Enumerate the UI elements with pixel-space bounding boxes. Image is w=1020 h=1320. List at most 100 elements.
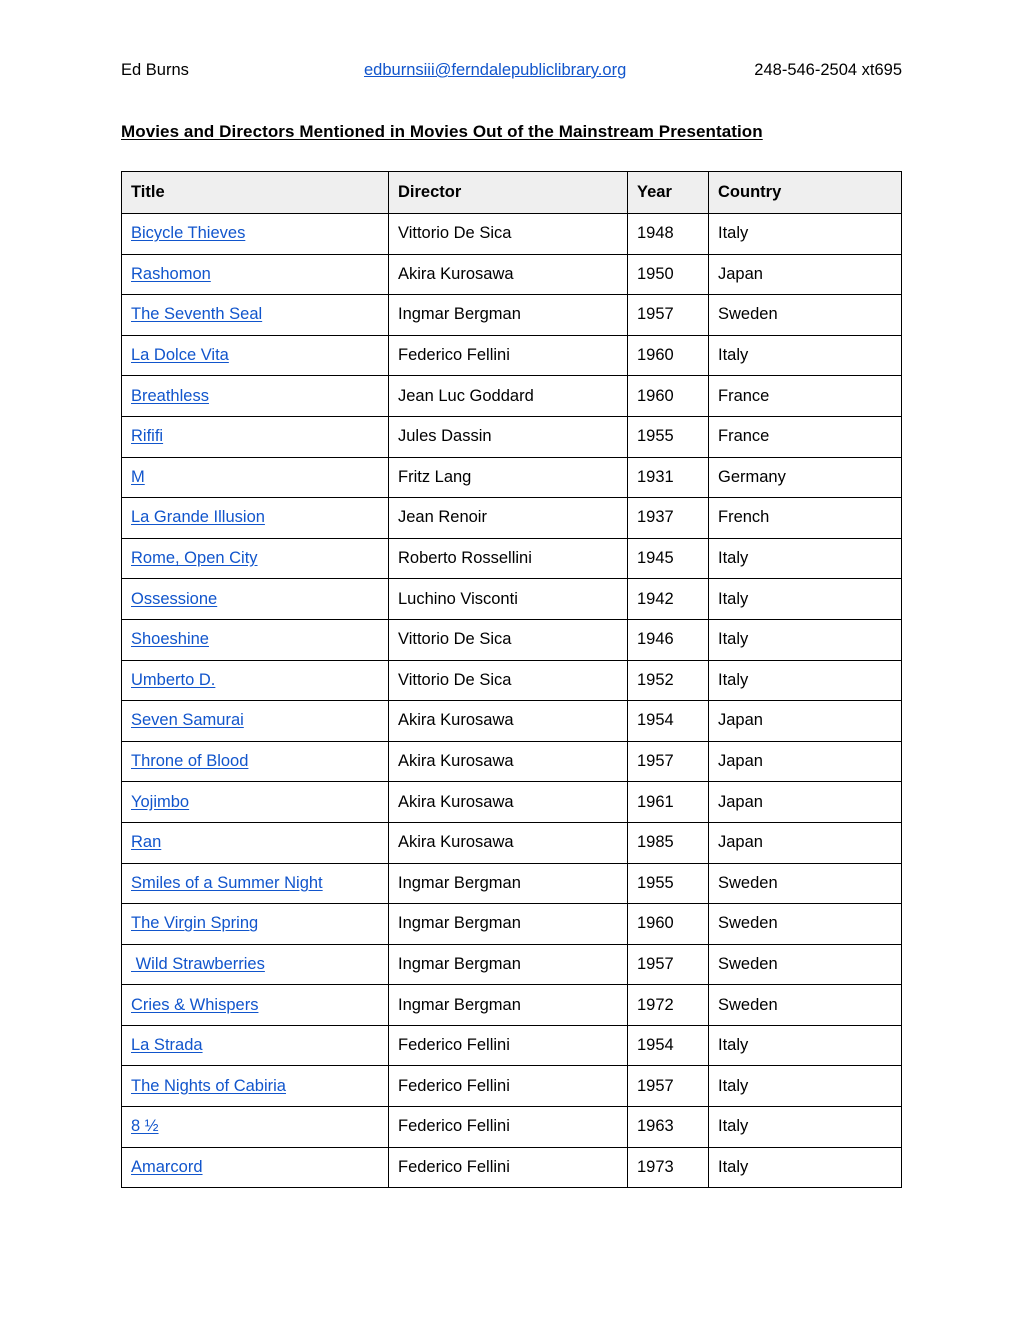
table-row: La Grande Illusion Jean Renoir 1937 French — [121, 497, 902, 539]
cell-country: Japan — [708, 781, 902, 823]
cell-year: 1960 — [627, 903, 709, 945]
cell-year: 1957 — [627, 294, 709, 336]
cell-director: Akira Kurosawa — [388, 781, 628, 823]
cell-director: Fritz Lang — [388, 456, 628, 499]
movies-table: Title Director Year Country Bicycle Thie… — [121, 171, 902, 1189]
cell-title: Throne of Blood — [121, 740, 389, 783]
table-row: Umberto D. Vittorio De Sica 1952 Italy — [121, 659, 902, 702]
movie-title-link[interactable]: Yojimbo — [131, 793, 189, 811]
cell-country: Sweden — [708, 943, 902, 986]
movie-title-link[interactable]: Rome, Open City — [131, 549, 258, 567]
movie-title-link[interactable]: Smiles of a Summer Night — [131, 874, 323, 892]
movie-title-link[interactable]: La Grande Illusion — [131, 508, 265, 526]
cell-year: 1957 — [627, 740, 709, 783]
document-header: Ed Burns edburnsiii@ferndalepubliclibrar… — [121, 58, 903, 82]
movie-title-link[interactable]: Amarcord — [131, 1158, 203, 1176]
table-row: The Seventh Seal Ingmar Bergman 1957 Sweden — [121, 294, 902, 336]
cell-title: M — [121, 456, 389, 499]
cell-director: Federico Fellini — [388, 1024, 628, 1067]
page-title: Movies and Directors Mentioned in Movies… — [121, 122, 763, 141]
phone-number: 248-546-2504 xt695 — [754, 61, 902, 79]
cell-year: 1937 — [627, 497, 709, 539]
movie-title-link[interactable]: Seven Samurai — [131, 711, 244, 729]
table-row: Ossessione Luchino Visconti 1942 Italy — [121, 578, 902, 620]
cell-title: La Grande Illusion — [121, 497, 389, 539]
cell-title: La Strada — [121, 1024, 389, 1067]
cell-title: The Virgin Spring — [121, 903, 389, 945]
movie-title-link[interactable]: Bicycle Thieves — [131, 224, 245, 242]
movie-title-link[interactable]: Shoeshine — [131, 630, 209, 648]
cell-country: Italy — [708, 1146, 902, 1189]
cell-year: 1948 — [627, 213, 709, 255]
cell-director: Jean Renoir — [388, 497, 628, 539]
cell-year: 1952 — [627, 659, 709, 702]
table-row: Amarcord Federico Fellini 1973 Italy — [121, 1146, 902, 1189]
table-row: The Nights of Cabiria Federico Fellini 195… — [121, 1065, 902, 1108]
cell-country: France — [708, 415, 902, 458]
cell-director: Federico Fellini — [388, 334, 628, 377]
movie-title-link[interactable]: Umberto D. — [131, 671, 215, 689]
movie-title-link[interactable]: Rififi — [131, 427, 163, 445]
movie-title-link[interactable]: The Seventh Seal — [131, 305, 262, 323]
table-row: M Fritz Lang 1931 Germany — [121, 456, 902, 499]
email-link[interactable]: edburnsiii@ferndalepubliclibrary.org — [364, 58, 626, 82]
cell-country: Italy — [708, 1106, 902, 1148]
movie-title-link[interactable]: Cries & Whispers — [131, 996, 258, 1014]
table-row: La Strada Federico Fellini 1954 Italy — [121, 1024, 902, 1067]
movie-title-link[interactable]: Rashomon — [131, 265, 211, 283]
cell-title: Yojimbo — [121, 781, 389, 823]
table-body: Bicycle Thieves Vittorio De Sica 1948 Italy… — [121, 213, 902, 1189]
movie-title-link[interactable]: Ossessione — [131, 590, 217, 608]
cell-title: Wild Strawberries — [121, 943, 389, 986]
cell-country: French — [708, 497, 902, 539]
movie-title-link[interactable]: The Virgin Spring — [131, 914, 258, 932]
cell-year: 1954 — [627, 700, 709, 742]
cell-title: Umberto D. — [121, 659, 389, 702]
movie-title-link[interactable]: 8 ½ — [131, 1117, 159, 1135]
cell-title: Bicycle Thieves — [121, 213, 389, 255]
table-row: La Dolce Vita Federico Fellini 1960 Italy — [121, 334, 902, 377]
cell-year: 1960 — [627, 375, 709, 417]
movie-title-link[interactable]: Wild Strawberries — [131, 955, 265, 973]
cell-title: Smiles of a Summer Night — [121, 862, 389, 905]
cell-year: 1963 — [627, 1106, 709, 1148]
table-row: Breathless Jean Luc Goddard 1960 France — [121, 375, 902, 417]
cell-year: 1931 — [627, 456, 709, 499]
cell-country: Sweden — [708, 984, 902, 1026]
cell-country: Japan — [708, 700, 902, 742]
table-row: Yojimbo Akira Kurosawa 1961 Japan — [121, 781, 902, 823]
cell-director: Jean Luc Goddard — [388, 375, 628, 417]
cell-director: Federico Fellini — [388, 1146, 628, 1189]
table-row: Rififi Jules Dassin 1955 France — [121, 415, 902, 458]
cell-director: Vittorio De Sica — [388, 618, 628, 661]
cell-year: 1973 — [627, 1146, 709, 1189]
cell-year: 1942 — [627, 578, 709, 620]
cell-year: 1961 — [627, 781, 709, 823]
movies-table-wrapper: Title Director Year Country Bicycle Thie… — [121, 171, 902, 1189]
cell-country: Italy — [708, 578, 902, 620]
movie-title-link[interactable]: Ran — [131, 833, 161, 851]
table-row: Ran Akira Kurosawa 1985 Japan — [121, 821, 902, 864]
movie-title-link[interactable]: Breathless — [131, 387, 209, 405]
cell-country: Sweden — [708, 903, 902, 945]
cell-year: 1950 — [627, 253, 709, 296]
cell-year: 1957 — [627, 943, 709, 986]
table-row: Throne of Blood Akira Kurosawa 1957 Japan — [121, 740, 902, 783]
cell-country: Italy — [708, 213, 902, 255]
cell-year: 1957 — [627, 1065, 709, 1108]
cell-title: La Dolce Vita — [121, 334, 389, 377]
cell-title: Seven Samurai — [121, 700, 389, 742]
cell-director: Ingmar Bergman — [388, 903, 628, 945]
table-row: Rome, Open City Roberto Rossellini 1945 Ita… — [121, 537, 902, 580]
movie-title-link[interactable]: M — [131, 468, 145, 486]
cell-director: Akira Kurosawa — [388, 740, 628, 783]
column-header-director: Director — [388, 171, 628, 214]
cell-title: Ossessione — [121, 578, 389, 620]
movie-title-link[interactable]: La Strada — [131, 1036, 203, 1054]
movie-title-link[interactable]: La Dolce Vita — [131, 346, 229, 364]
cell-title: Shoeshine — [121, 618, 389, 661]
movie-title-link[interactable]: Throne of Blood — [131, 752, 248, 770]
cell-country: Italy — [708, 1065, 902, 1108]
movie-title-link[interactable]: The Nights of Cabiria — [131, 1077, 286, 1095]
cell-year: 1955 — [627, 415, 709, 458]
